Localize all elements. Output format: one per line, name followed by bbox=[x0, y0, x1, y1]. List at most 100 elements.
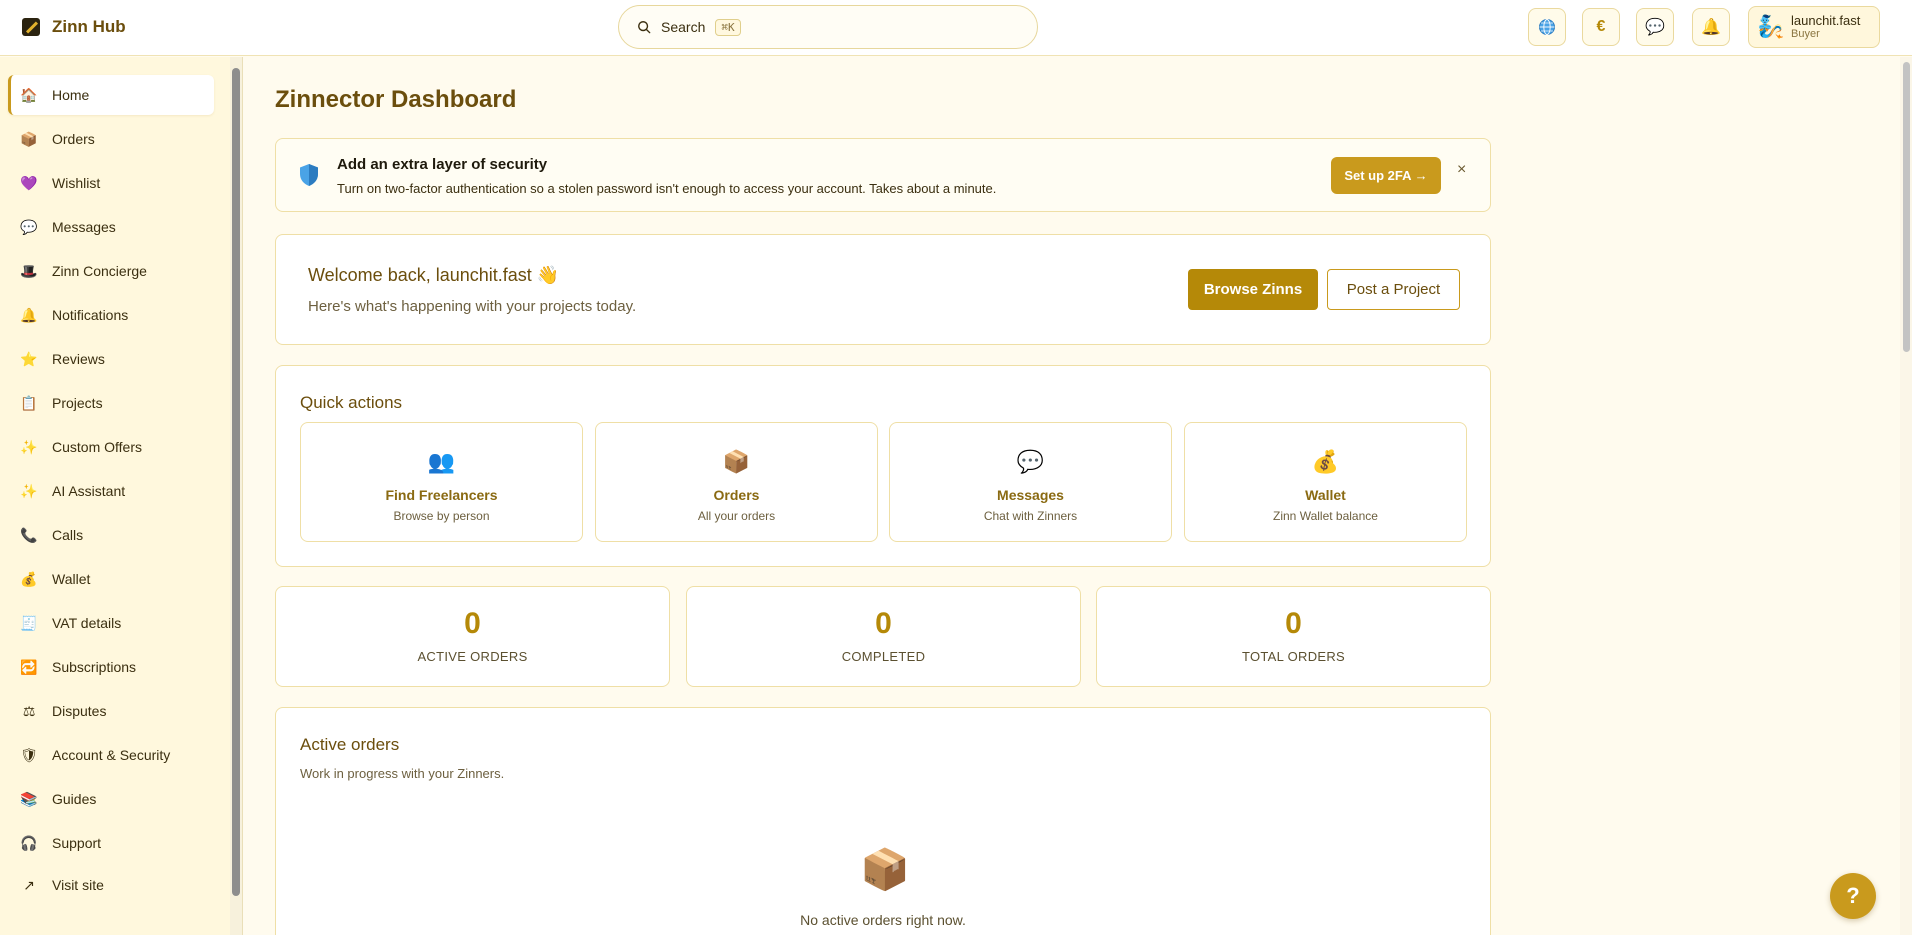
shield-icon bbox=[300, 164, 318, 186]
currency-button[interactable]: € bbox=[1582, 8, 1620, 46]
sidebar-item-label: Orders bbox=[52, 131, 95, 147]
shield-icon: 🛡 bbox=[20, 746, 38, 763]
sidebar-item-vat-details[interactable]: 🧾 VAT details bbox=[8, 603, 214, 643]
bell-icon: 🔔 bbox=[20, 306, 38, 323]
sidebar-item-wishlist[interactable]: 💜 Wishlist bbox=[8, 163, 214, 203]
security-banner-title: Add an extra layer of security bbox=[337, 156, 548, 173]
sidebar-item-custom-offers[interactable]: ✨ Custom Offers bbox=[8, 427, 214, 467]
welcome-subtitle: Here's what's happening with your projec… bbox=[308, 298, 637, 315]
sidebar-item-zinn-concierge[interactable]: 🎩 Zinn Concierge bbox=[8, 251, 214, 291]
sidebar-item-reviews[interactable]: ⭐ Reviews bbox=[8, 339, 214, 379]
stat-label: TOTAL ORDERS bbox=[1241, 649, 1346, 664]
top-hat-icon: 🎩 bbox=[20, 262, 38, 279]
active-orders-card: Active orders Work in progress with your… bbox=[275, 707, 1491, 935]
bell-icon: 🔔 bbox=[1701, 19, 1721, 36]
sidebar-item-label: VAT details bbox=[52, 615, 122, 631]
browse-zinns-button[interactable]: Browse Zinns bbox=[1188, 269, 1318, 310]
search-bar[interactable]: Search ⌘K bbox=[618, 5, 1038, 49]
stat-label: ACTIVE ORDERS bbox=[417, 649, 528, 664]
user-role: Buyer bbox=[1791, 28, 1820, 40]
quick-action-orders[interactable]: 📦 Orders All your orders bbox=[595, 422, 878, 542]
chat-icon: 💬 bbox=[1016, 449, 1045, 474]
stat-active-orders: 0 ACTIVE ORDERS bbox=[275, 586, 670, 687]
scales-icon: ⚖ bbox=[22, 702, 36, 719]
receipt-icon: 🧾 bbox=[20, 614, 38, 631]
close-icon[interactable]: × bbox=[1457, 161, 1466, 179]
sidebar-item-account-security[interactable]: 🛡 Account & Security bbox=[8, 735, 214, 775]
notifications-header-button[interactable]: 🔔 bbox=[1692, 8, 1730, 46]
sidebar-item-label: Reviews bbox=[52, 351, 105, 367]
sidebar-item-guides[interactable]: 📚 Guides bbox=[8, 779, 214, 819]
sidebar-item-wallet[interactable]: 💰 Wallet bbox=[8, 559, 214, 599]
sidebar-item-label: Wallet bbox=[52, 571, 91, 587]
sidebar-item-label: AI Assistant bbox=[52, 483, 126, 499]
brand[interactable]: Zinn Hub bbox=[22, 17, 126, 37]
sidebar-item-label: Subscriptions bbox=[52, 659, 137, 675]
quick-action-subtitle: Zinn Wallet balance bbox=[1273, 509, 1378, 523]
sidebar-item-label: Zinn Concierge bbox=[52, 263, 147, 279]
sidebar-item-label: Account & Security bbox=[52, 747, 171, 763]
sidebar: 🏠 Home 📦 Orders 💜 Wishlist 💬 Messages 🎩 … bbox=[0, 57, 230, 935]
globe-icon bbox=[1539, 19, 1555, 35]
stat-label: COMPLETED bbox=[841, 649, 926, 664]
quick-actions-title: Quick actions bbox=[300, 393, 403, 412]
search-label: Search bbox=[661, 19, 706, 35]
quick-action-title: Orders bbox=[713, 487, 760, 503]
sidebar-item-home[interactable]: 🏠 Home bbox=[8, 75, 214, 115]
sidebar-item-label: Wishlist bbox=[52, 175, 101, 191]
sidebar-item-notifications[interactable]: 🔔 Notifications bbox=[8, 295, 214, 335]
welcome-card: Welcome back, launchit.fast 👋 Here's wha… bbox=[275, 234, 1491, 345]
star-icon: ⭐ bbox=[20, 350, 38, 367]
quick-action-title: Find Freelancers bbox=[385, 487, 498, 503]
quick-action-title: Messages bbox=[997, 487, 1064, 503]
security-banner: Add an extra layer of security Turn on t… bbox=[275, 138, 1491, 212]
clipboard-icon: 📋 bbox=[20, 394, 38, 411]
help-button[interactable]: ? bbox=[1830, 873, 1876, 919]
package-icon: 📦 bbox=[722, 449, 751, 474]
sidebar-item-label: Support bbox=[52, 835, 102, 851]
chat-icon: 💬 bbox=[1645, 19, 1665, 36]
sidebar-item-ai-assistant[interactable]: ✨ AI Assistant bbox=[8, 471, 214, 511]
sidebar-item-projects[interactable]: 📋 Projects bbox=[8, 383, 214, 423]
sidebar-item-label: Notifications bbox=[52, 307, 129, 323]
heart-icon: 💜 bbox=[20, 174, 38, 191]
language-button[interactable] bbox=[1528, 8, 1566, 46]
security-banner-text: Turn on two-factor authentication so a s… bbox=[337, 181, 997, 196]
money-bag-icon: 💰 bbox=[1311, 449, 1340, 474]
headphones-icon: 🎧 bbox=[20, 834, 38, 851]
sidebar-item-orders[interactable]: 📦 Orders bbox=[8, 119, 214, 159]
phone-icon: 📞 bbox=[20, 526, 38, 543]
quick-action-title: Wallet bbox=[1305, 487, 1346, 503]
page-title: Zinnector Dashboard bbox=[275, 86, 517, 113]
sidebar-item-subscriptions[interactable]: 🔁 Subscriptions bbox=[8, 647, 214, 687]
stat-completed: 0 COMPLETED bbox=[686, 586, 1081, 687]
empty-state-text: No active orders right now. bbox=[800, 912, 966, 928]
post-project-button[interactable]: Post a Project bbox=[1327, 269, 1460, 310]
sidebar-item-visit-site[interactable]: ↗ Visit site bbox=[8, 865, 214, 905]
quick-action-find-freelancers[interactable]: 👥 Find Freelancers Browse by person bbox=[300, 422, 583, 542]
money-bag-icon: 💰 bbox=[20, 570, 38, 587]
sidebar-item-support[interactable]: 🎧 Support bbox=[8, 823, 214, 863]
sidebar-item-calls[interactable]: 📞 Calls bbox=[8, 515, 214, 555]
chat-icon: 💬 bbox=[20, 218, 38, 235]
euro-icon: € bbox=[1596, 18, 1606, 35]
messages-header-button[interactable]: 💬 bbox=[1636, 8, 1674, 46]
sidebar-scrollbar-thumb[interactable] bbox=[232, 68, 240, 896]
stat-value: 0 bbox=[1285, 607, 1302, 640]
quick-action-subtitle: Browse by person bbox=[393, 509, 490, 523]
quick-action-wallet[interactable]: 💰 Wallet Zinn Wallet balance bbox=[1184, 422, 1467, 542]
package-icon: 📦 bbox=[20, 130, 38, 147]
sidebar-item-label: Disputes bbox=[52, 703, 107, 719]
user-menu[interactable]: 🧞 launchit.fast Buyer bbox=[1748, 6, 1880, 48]
welcome-title: Welcome back, launchit.fast 👋 bbox=[308, 265, 560, 285]
stat-total-orders: 0 TOTAL ORDERS bbox=[1096, 586, 1491, 687]
sparkles-icon: ✨ bbox=[20, 482, 38, 499]
sidebar-item-messages[interactable]: 💬 Messages bbox=[8, 207, 214, 247]
sidebar-item-label: Visit site bbox=[52, 877, 104, 893]
package-icon: 📦 bbox=[860, 848, 910, 892]
setup-2fa-button[interactable]: Set up 2FA → bbox=[1331, 157, 1441, 194]
quick-action-messages[interactable]: 💬 Messages Chat with Zinners bbox=[889, 422, 1172, 542]
sidebar-item-disputes[interactable]: ⚖ Disputes bbox=[8, 691, 214, 731]
page-scrollbar-thumb[interactable] bbox=[1903, 62, 1910, 352]
search-icon bbox=[638, 21, 651, 34]
